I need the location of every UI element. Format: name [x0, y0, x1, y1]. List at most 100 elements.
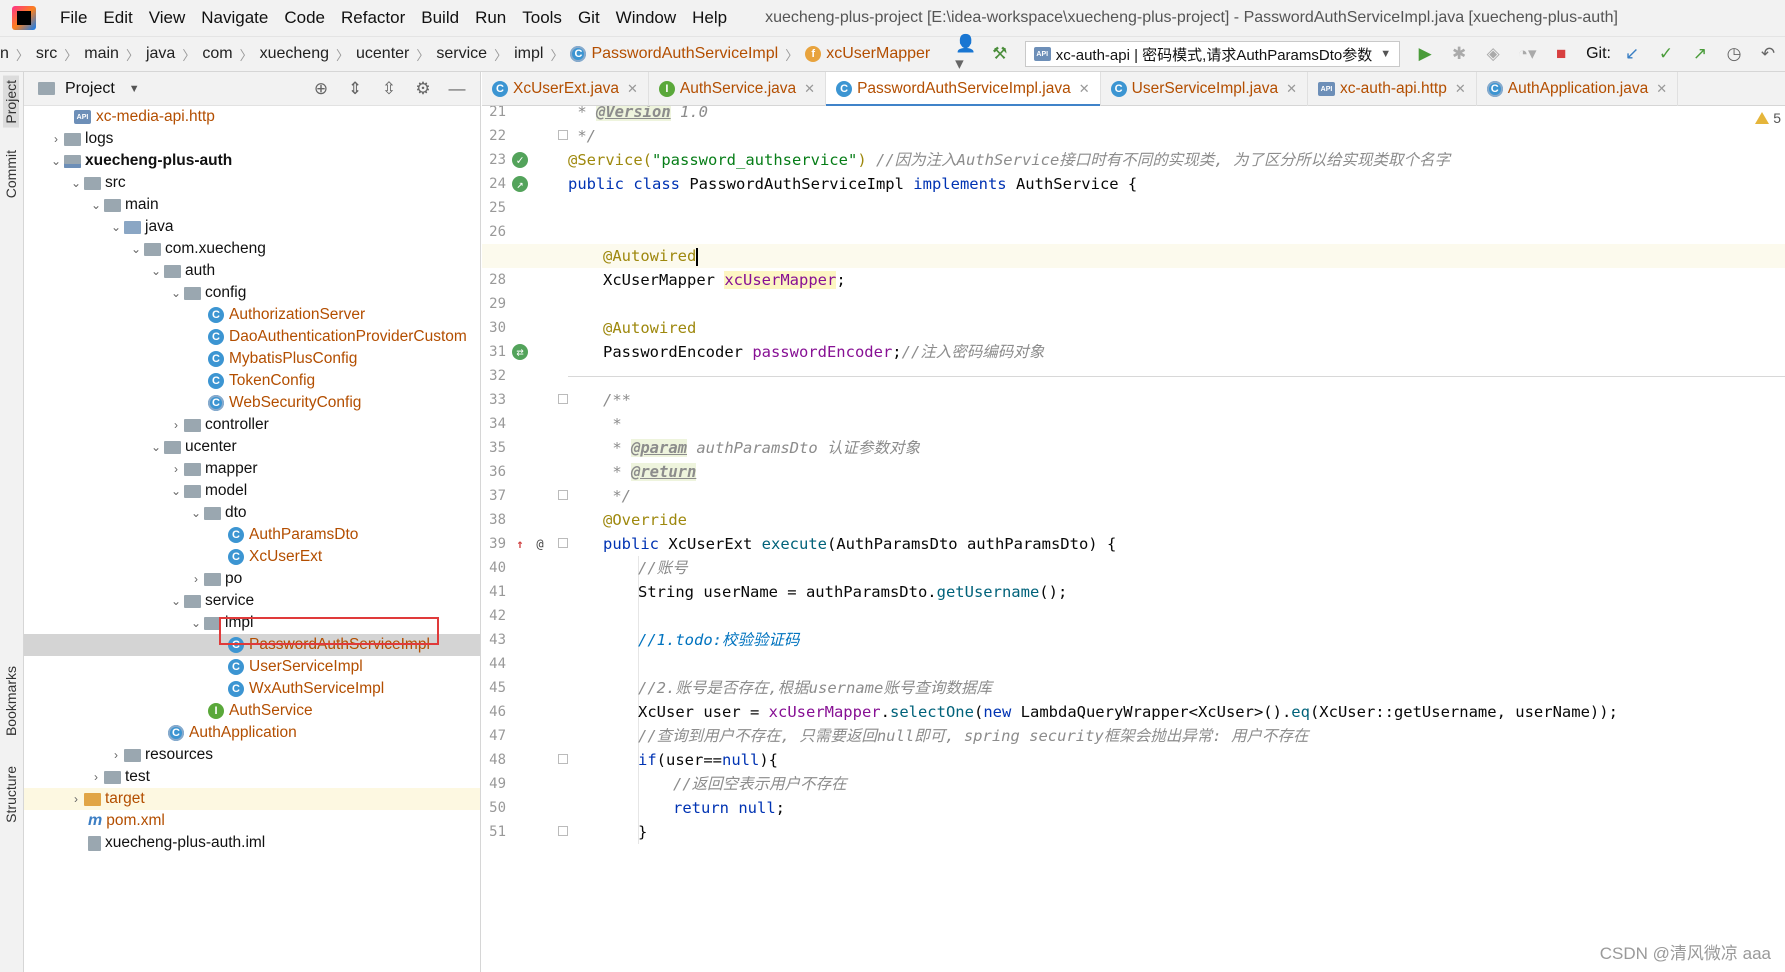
code-editor[interactable]: 21 22 23 24 25 26 27 28 29 30 31 32 33 3…	[482, 106, 1785, 972]
tab-authapplication[interactable]: C AuthApplication.java ✕	[1477, 72, 1679, 106]
menu-refactor[interactable]: Refactor	[333, 0, 413, 36]
breadcrumb-ucenter[interactable]: ucenter 〉	[356, 45, 436, 64]
chevron-down-icon[interactable]: ⌄	[188, 616, 204, 630]
spring-bean-icon[interactable]: ✓	[512, 152, 528, 168]
tree-item[interactable]: ⌄ service	[24, 590, 480, 612]
implements-method-icon[interactable]: ↑	[512, 536, 528, 552]
history-icon[interactable]: ◷	[1724, 44, 1744, 64]
expand-all-icon[interactable]: ⇕	[345, 79, 365, 99]
tree-item[interactable]: API xc-media-api.http	[24, 106, 480, 128]
tree-item[interactable]: › controller	[24, 414, 480, 436]
chevron-down-icon[interactable]: ⌄	[88, 198, 104, 212]
annotation-at-icon[interactable]: @	[532, 536, 548, 552]
menu-git[interactable]: Git	[570, 0, 608, 36]
tree-item[interactable]: › mapper	[24, 458, 480, 480]
menu-run[interactable]: Run	[467, 0, 514, 36]
breadcrumb-field[interactable]: f xcUserMapper	[805, 45, 930, 63]
tree-item[interactable]: m pom.xml	[24, 810, 480, 832]
tree-item[interactable]: ⌄ model	[24, 480, 480, 502]
chevron-down-icon[interactable]: ⌄	[148, 440, 164, 454]
fold-marker-icon[interactable]	[558, 538, 568, 548]
git-update-icon[interactable]: ↙	[1622, 44, 1642, 64]
collapse-all-icon[interactable]: ⇳	[379, 79, 399, 99]
chevron-down-icon[interactable]: ⌄	[168, 286, 184, 300]
debug-icon[interactable]: ✱	[1449, 44, 1469, 64]
menu-view[interactable]: View	[141, 0, 194, 36]
stop-icon[interactable]: ■	[1551, 44, 1571, 64]
menu-tools[interactable]: Tools	[514, 0, 570, 36]
tree-item[interactable]: ⌄ ucenter	[24, 436, 480, 458]
fold-marker-icon[interactable]	[558, 490, 568, 500]
coverage-icon[interactable]: ◈	[1483, 44, 1503, 64]
tree-item[interactable]: › logs	[24, 128, 480, 150]
tree-item[interactable]: C DaoAuthenticationProviderCustom	[24, 326, 480, 348]
chevron-right-icon[interactable]: ›	[108, 748, 124, 762]
rollback-icon[interactable]: ↶	[1758, 44, 1778, 64]
chevron-right-icon[interactable]: ›	[88, 770, 104, 784]
bookmarks-tool-button[interactable]: Bookmarks	[3, 666, 19, 736]
tree-item[interactable]: ⌄ src	[24, 172, 480, 194]
user-account-icon[interactable]: 👤▾	[955, 34, 976, 73]
menu-help[interactable]: Help	[684, 0, 735, 36]
spring-bean-icon[interactable]: ↗	[512, 176, 528, 192]
breadcrumb-java[interactable]: java 〉	[146, 45, 202, 64]
fold-marker-icon[interactable]	[558, 130, 568, 140]
tab-xcuserext[interactable]: C XcUserExt.java ✕	[482, 72, 649, 106]
breadcrumb-root[interactable]: n 〉	[0, 45, 36, 64]
close-icon[interactable]: ✕	[1455, 81, 1466, 97]
chevron-down-icon[interactable]: ⌄	[108, 220, 124, 234]
tab-xc-auth-api-http[interactable]: API xc-auth-api.http ✕	[1308, 72, 1477, 106]
tree-item[interactable]: I AuthService	[24, 700, 480, 722]
tree-item[interactable]: › test	[24, 766, 480, 788]
menu-code[interactable]: Code	[276, 0, 333, 36]
tree-item[interactable]: ⌄ auth	[24, 260, 480, 282]
breadcrumb-impl[interactable]: impl 〉	[514, 45, 570, 64]
tree-item[interactable]: C MybatisPlusConfig	[24, 348, 480, 370]
tree-item[interactable]: ⌄ com.xuecheng	[24, 238, 480, 260]
close-icon[interactable]: ✕	[1286, 81, 1297, 97]
tree-item[interactable]: ⌄ main	[24, 194, 480, 216]
breadcrumb-xuecheng[interactable]: xuecheng 〉	[260, 45, 356, 64]
tree-item[interactable]: ⌄ config	[24, 282, 480, 304]
tree-item[interactable]: C XcUserExt	[24, 546, 480, 568]
menu-navigate[interactable]: Navigate	[193, 0, 276, 36]
tree-item[interactable]: C AuthParamsDto	[24, 524, 480, 546]
project-panel-title[interactable]: Project	[65, 80, 115, 98]
tree-item[interactable]: › target	[24, 788, 480, 810]
fold-marker-icon[interactable]	[558, 826, 568, 836]
tree-item[interactable]: C AuthApplication	[24, 722, 480, 744]
tree-item[interactable]: C WxAuthServiceImpl	[24, 678, 480, 700]
chevron-right-icon[interactable]: ›	[48, 132, 64, 146]
chevron-down-icon[interactable]: ⌄	[148, 264, 164, 278]
breadcrumb-class[interactable]: C PasswordAuthServiceImpl 〉	[570, 45, 805, 64]
commit-tool-button[interactable]: Commit	[3, 150, 19, 198]
menu-window[interactable]: Window	[608, 0, 684, 36]
chevron-right-icon[interactable]: ›	[68, 792, 84, 806]
fold-marker-icon[interactable]	[558, 394, 568, 404]
breadcrumb-com[interactable]: com 〉	[202, 45, 259, 64]
tab-authservice[interactable]: I AuthService.java ✕	[649, 72, 827, 106]
minimize-icon[interactable]: —	[447, 79, 467, 99]
tree-item[interactable]: xuecheng-plus-auth.iml	[24, 832, 480, 854]
breadcrumb-src[interactable]: src 〉	[36, 45, 84, 64]
close-icon[interactable]: ✕	[1079, 81, 1090, 97]
tree-item[interactable]: C AuthorizationServer	[24, 304, 480, 326]
spring-autowired-icon[interactable]: ⇄	[512, 344, 528, 360]
tree-item[interactable]: › resources	[24, 744, 480, 766]
menu-file[interactable]: File	[52, 0, 95, 36]
profile-icon[interactable]: ◔▾	[1517, 44, 1537, 64]
chevron-right-icon[interactable]: ›	[168, 418, 184, 432]
close-icon[interactable]: ✕	[627, 81, 638, 97]
close-icon[interactable]: ✕	[1656, 81, 1667, 97]
structure-tool-button[interactable]: Structure	[3, 766, 19, 823]
run-configuration-select[interactable]: API xc-auth-api | 密码模式,请求AuthParamsDto参数…	[1024, 41, 1401, 67]
tree-item[interactable]: ⌄ dto	[24, 502, 480, 524]
chevron-down-icon[interactable]: ⌄	[48, 154, 64, 168]
tree-item[interactable]: C WebSecurityConfig	[24, 392, 480, 414]
close-icon[interactable]: ✕	[804, 81, 815, 97]
chevron-down-icon[interactable]: ⌄	[68, 176, 84, 190]
tab-userserviceimpl[interactable]: C UserServiceImpl.java ✕	[1101, 72, 1308, 106]
chevron-down-icon[interactable]: ⌄	[168, 484, 184, 498]
tree-item[interactable]: ⌄ xuecheng-plus-auth	[24, 150, 480, 172]
tree-item[interactable]: C TokenConfig	[24, 370, 480, 392]
